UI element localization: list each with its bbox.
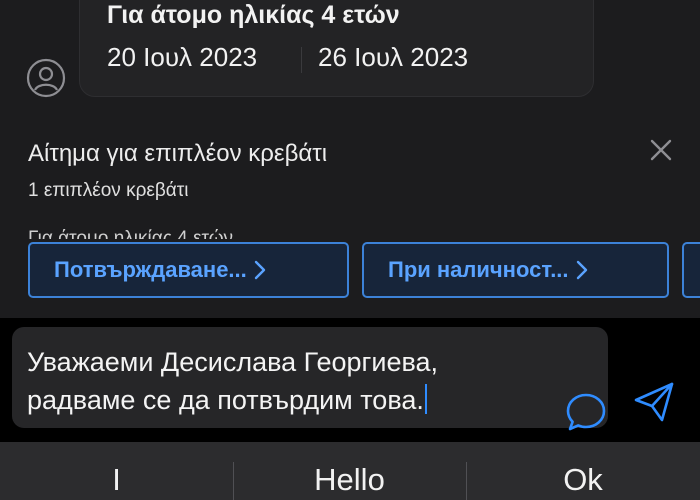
keyboard-suggestion-3[interactable]: Ok [466,442,700,500]
chat-bubble-icon[interactable] [564,390,608,434]
message-line-1: Уважаеми Десислава Георгиева, [27,347,439,377]
check-in-date: 20 Ιουλ 2023 [107,42,258,72]
quick-reply-label: Потвърждаване... [54,257,247,282]
compose-bar: Уважаеми Десислава Георгиева, радваме се… [0,318,700,442]
quick-reply-confirm-button[interactable]: Потвърждаване... [28,242,349,298]
guest-age-line: Για άτομο ηλικίας 4 ετών [107,1,400,29]
conversation-area: Για άτομο ηλικίας 4 ετών 20 Ιουλ 2023 26… [0,0,700,318]
date-divider [301,47,302,73]
request-truncated-line: Για άτομο ηλικίας 4 ετών [28,228,234,239]
keyboard-suggestion-bar: I Hello Ok [0,442,700,500]
message-input[interactable]: Уважаеми Десислава Георгиева, радваме се… [12,327,608,431]
message-line-2: радваме се да потвърдим това. [27,385,424,415]
chevron-right-icon [253,259,267,281]
user-avatar-icon [26,58,66,98]
quick-reply-label: При наличност... [388,257,569,282]
request-title: Αίτημα για επιπλέον κρεβάτι [28,140,328,167]
close-icon[interactable] [648,137,674,163]
quick-reply-availability-button[interactable]: При наличност... [362,242,669,298]
quick-reply-more-button[interactable] [682,242,700,298]
request-detail: 1 επιπλέον κρεβάτι [28,180,189,201]
text-cursor [424,384,427,414]
message-text[interactable]: Уважаеми Десислава Георгиева, радваме се… [27,343,547,419]
keyboard-suggestion-1[interactable]: I [0,442,233,500]
chat-screen: Για άτομο ηλικίας 4 ετών 20 Ιουλ 2023 26… [0,0,700,500]
send-paper-plane-icon[interactable] [630,378,678,426]
chevron-right-icon [575,259,589,281]
keyboard-suggestion-2[interactable]: Hello [233,442,466,500]
booking-card: Για άτομο ηλικίας 4 ετών 20 Ιουλ 2023 26… [79,0,594,97]
check-out-date: 26 Ιουλ 2023 [318,42,469,72]
